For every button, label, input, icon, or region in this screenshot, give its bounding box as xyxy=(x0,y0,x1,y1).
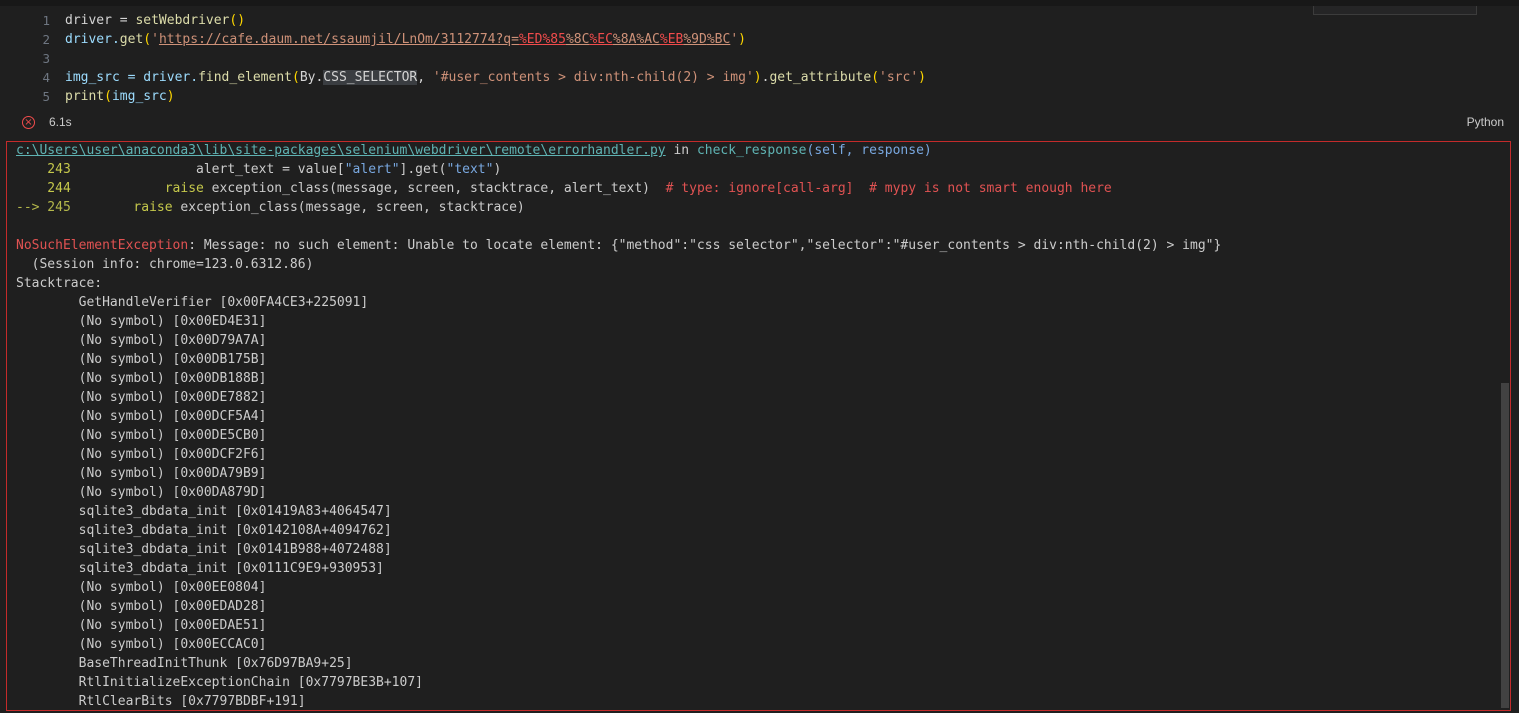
output-line: (No symbol) [0x00DB188B] xyxy=(16,371,267,386)
output-line: Stacktrace: xyxy=(16,276,103,291)
output-line: (No symbol) [0x00DE7882] xyxy=(16,390,267,405)
output-line: NoSuchElementException: Message: no such… xyxy=(16,238,1222,253)
output-line: (No symbol) [0x00DCF5A4] xyxy=(16,409,267,424)
language-selector[interactable]: Python xyxy=(1467,115,1504,129)
error-icon: × xyxy=(22,116,35,129)
code-text[interactable]: img_src = driver.find_element(By.CSS_SEL… xyxy=(65,68,926,87)
cell-toolbar[interactable] xyxy=(1313,6,1477,15)
output-line: (No symbol) [0x00DA879D] xyxy=(16,485,267,500)
output-line: RtlClearBits [0x7797BDBF+191] xyxy=(16,694,306,709)
output-line: 244 raise exception_class(message, scree… xyxy=(16,181,1112,196)
code-text[interactable]: driver = setWebdriver() xyxy=(65,11,245,30)
output-line: sqlite3_dbdata_init [0x0111C9E9+930953] xyxy=(16,561,384,576)
line-number: 3 xyxy=(42,51,50,66)
output-scrollbar-thumb[interactable] xyxy=(1501,383,1509,708)
output-line: (No symbol) [0x00D79A7A] xyxy=(16,333,267,348)
output-line: 243 alert_text = value["alert"].get("tex… xyxy=(16,162,502,177)
execution-time: 6.1s xyxy=(49,115,72,129)
output-line: GetHandleVerifier [0x00FA4CE3+225091] xyxy=(16,295,369,310)
output-line: (No symbol) [0x00DCF2F6] xyxy=(16,447,267,462)
output-line: sqlite3_dbdata_init [0x01419A83+4064547] xyxy=(16,504,392,519)
line-number: 1 xyxy=(42,13,50,28)
line-number: 4 xyxy=(42,70,50,85)
output-line: (No symbol) [0x00ECCAC0] xyxy=(16,637,267,652)
output-line[interactable]: c:\Users\user\anaconda3\lib\site-package… xyxy=(16,142,932,160)
output-line: (No symbol) [0x00DE5CB0] xyxy=(16,428,267,443)
output-line: (No symbol) [0x00ED4E31] xyxy=(16,314,267,329)
output-line: --> 245 raise exception_class(message, s… xyxy=(16,200,525,215)
cell-output: c:\Users\user\anaconda3\lib\site-package… xyxy=(6,141,1511,711)
output-line: (No symbol) [0x00EE0804] xyxy=(16,580,267,595)
code-text[interactable]: driver.get('https://cafe.daum.net/ssaumj… xyxy=(65,30,746,49)
cell-status-bar: × 6.1s Python xyxy=(6,114,1511,134)
output-line: (No symbol) [0x00DB175B] xyxy=(16,352,267,367)
output-line: (Session info: chrome=123.0.6312.86) xyxy=(16,257,314,272)
output-line: sqlite3_dbdata_init [0x0141B988+4072488] xyxy=(16,542,392,557)
line-number: 5 xyxy=(42,89,50,104)
line-number: 2 xyxy=(42,32,50,47)
code-cell[interactable]: 1 driver = setWebdriver() 2 driver.get('htt… xyxy=(6,6,1511,134)
output-line: RtlInitializeExceptionChain [0x7797BE3B+… xyxy=(16,675,423,690)
output-line: BaseThreadInitThunk [0x76D97BA9+25] xyxy=(16,656,353,671)
output-line: (No symbol) [0x00EDAD28] xyxy=(16,599,267,614)
output-line: (No symbol) [0x00DA79B9] xyxy=(16,466,267,481)
output-line: sqlite3_dbdata_init [0x0142108A+4094762] xyxy=(16,523,392,538)
code-text[interactable]: print(img_src) xyxy=(65,87,175,106)
output-line: (No symbol) [0x00EDAE51] xyxy=(16,618,267,633)
